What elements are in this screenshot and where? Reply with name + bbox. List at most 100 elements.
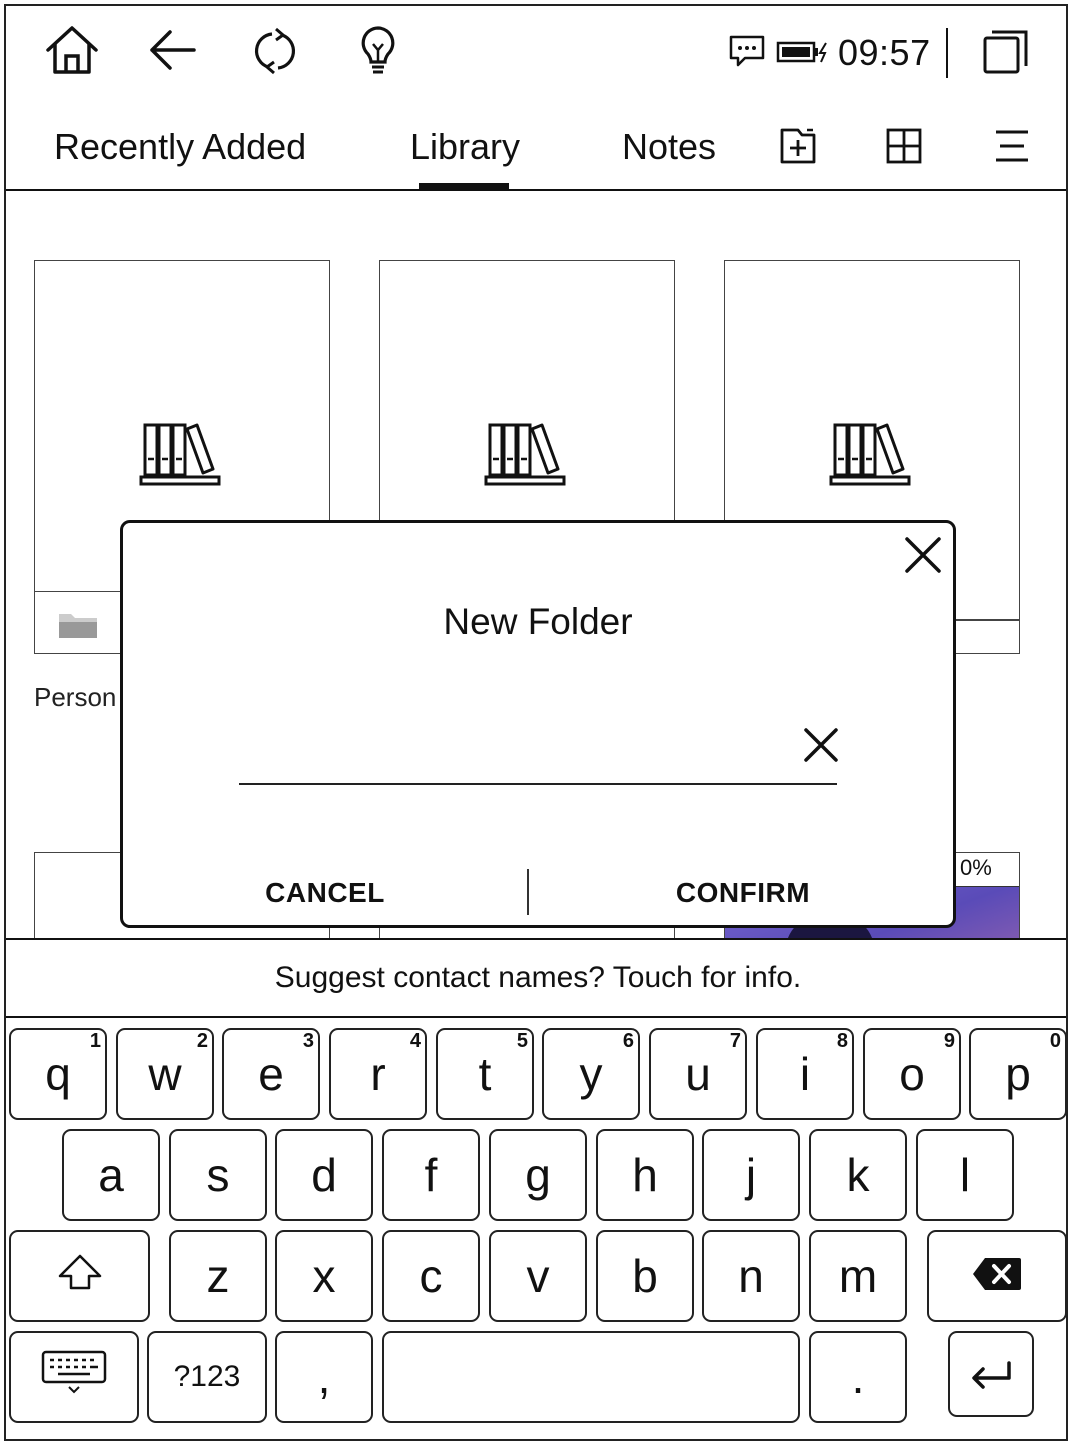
key-hint: 0: [1049, 1030, 1061, 1052]
key-e[interactable]: e3: [222, 1028, 320, 1120]
key-r[interactable]: r4: [329, 1028, 427, 1120]
key-label: t: [478, 1048, 492, 1100]
multiwindow-icon[interactable]: [982, 28, 1030, 76]
clear-input-icon[interactable]: [801, 725, 841, 765]
key-label: ?123: [173, 1360, 241, 1393]
enter-icon: [969, 1347, 1013, 1401]
new-folder-icon[interactable]: [778, 126, 818, 166]
cancel-button[interactable]: CANCEL: [123, 877, 527, 909]
key-n[interactable]: n: [702, 1230, 800, 1322]
confirm-button[interactable]: CONFIRM: [533, 877, 953, 909]
key-x[interactable]: x: [275, 1230, 373, 1322]
key-o[interactable]: o9: [863, 1028, 961, 1120]
progress-badge-text: 0%: [960, 855, 992, 880]
key-label: .: [851, 1351, 865, 1403]
key-hint: 4: [409, 1030, 421, 1052]
lightbulb-icon[interactable]: [356, 24, 400, 78]
key-label: d: [311, 1149, 337, 1201]
keyboard-icon: [41, 1350, 107, 1405]
key-label: g: [525, 1149, 551, 1201]
key-k[interactable]: k: [809, 1129, 907, 1221]
key-label: n: [738, 1250, 764, 1302]
message-icon: [728, 34, 766, 68]
key-hint: 1: [89, 1030, 101, 1052]
sync-icon[interactable]: [250, 26, 300, 76]
key-g[interactable]: g: [489, 1129, 587, 1221]
symbols-key[interactable]: ?123: [147, 1331, 267, 1423]
key-t[interactable]: t5: [436, 1028, 534, 1120]
backspace-icon: [971, 1249, 1023, 1303]
key-h[interactable]: h: [596, 1129, 694, 1221]
key-l[interactable]: l: [916, 1129, 1014, 1221]
app-frame: 09:57 Recently Added Library Notes Perso…: [4, 4, 1068, 1441]
bookshelf-icon: [139, 419, 223, 487]
bookshelf-icon: [484, 419, 568, 487]
battery-charging-icon: [776, 40, 830, 64]
header-divider: [6, 189, 1066, 191]
input-underline: [239, 783, 837, 785]
back-arrow-icon[interactable]: [146, 28, 198, 72]
new-folder-dialog: New Folder CANCEL CONFIRM: [120, 520, 956, 928]
keyboard-switch-key[interactable]: [9, 1331, 139, 1423]
key-f[interactable]: f: [382, 1129, 480, 1221]
grid-view-icon[interactable]: [884, 126, 924, 166]
key-comma[interactable]: ,: [275, 1331, 373, 1423]
shift-key[interactable]: [9, 1230, 150, 1322]
keyboard-suggestion-bar[interactable]: Suggest contact names? Touch for info.: [6, 938, 1066, 1018]
folder-name-input[interactable]: [241, 723, 801, 773]
key-j[interactable]: j: [702, 1129, 800, 1221]
key-label: r: [370, 1048, 386, 1100]
key-hint: 2: [196, 1030, 208, 1052]
key-hint: 7: [729, 1030, 741, 1052]
key-i[interactable]: i8: [756, 1028, 854, 1120]
menu-icon[interactable]: [990, 126, 1034, 166]
close-icon[interactable]: [901, 533, 945, 577]
tab-library[interactable]: Library: [410, 126, 520, 168]
key-hint: 5: [516, 1030, 528, 1052]
status-time: 09:57: [838, 32, 931, 73]
key-a[interactable]: a: [62, 1129, 160, 1221]
key-label: a: [98, 1149, 124, 1201]
dialog-title: New Folder: [443, 601, 633, 642]
tab-recently-added[interactable]: Recently Added: [54, 126, 306, 168]
key-label: w: [148, 1048, 182, 1100]
key-v[interactable]: v: [489, 1230, 587, 1322]
key-label: y: [579, 1048, 603, 1100]
key-p[interactable]: p0: [969, 1028, 1066, 1120]
space-key[interactable]: [382, 1331, 800, 1423]
key-hint: 9: [943, 1030, 955, 1052]
key-label: k: [846, 1149, 870, 1201]
key-w[interactable]: w2: [116, 1028, 214, 1120]
key-period[interactable]: .: [809, 1331, 907, 1423]
bookshelf-icon: [829, 419, 913, 487]
backspace-key[interactable]: [927, 1230, 1066, 1322]
key-d[interactable]: d: [275, 1129, 373, 1221]
key-label: p: [1005, 1048, 1031, 1100]
key-y[interactable]: y6: [542, 1028, 640, 1120]
key-label: l: [959, 1149, 971, 1201]
folder-caption: Person: [34, 682, 117, 712]
key-u[interactable]: u7: [649, 1028, 747, 1120]
key-label: j: [745, 1149, 757, 1201]
key-q[interactable]: q1: [9, 1028, 107, 1120]
key-b[interactable]: b: [596, 1230, 694, 1322]
key-z[interactable]: z: [169, 1230, 267, 1322]
key-label: u: [685, 1048, 711, 1100]
tab-notes[interactable]: Notes: [622, 126, 716, 168]
enter-key[interactable]: [948, 1331, 1034, 1417]
shift-icon: [56, 1249, 104, 1303]
key-m[interactable]: m: [809, 1230, 907, 1322]
key-label: z: [206, 1250, 230, 1302]
key-label: s: [206, 1149, 230, 1201]
key-label: o: [899, 1048, 925, 1100]
key-hint: 8: [836, 1030, 848, 1052]
soft-keyboard: q1 w2 e3 r4 t5 y6 u7 i8 o9 p0 a s d f g …: [6, 1018, 1066, 1439]
key-s[interactable]: s: [169, 1129, 267, 1221]
key-label: v: [526, 1250, 550, 1302]
status-divider: [946, 28, 948, 78]
key-hint: 3: [302, 1030, 314, 1052]
key-c[interactable]: c: [382, 1230, 480, 1322]
folder-icon: [57, 610, 99, 640]
home-icon[interactable]: [44, 24, 100, 76]
key-label: ,: [317, 1351, 331, 1403]
